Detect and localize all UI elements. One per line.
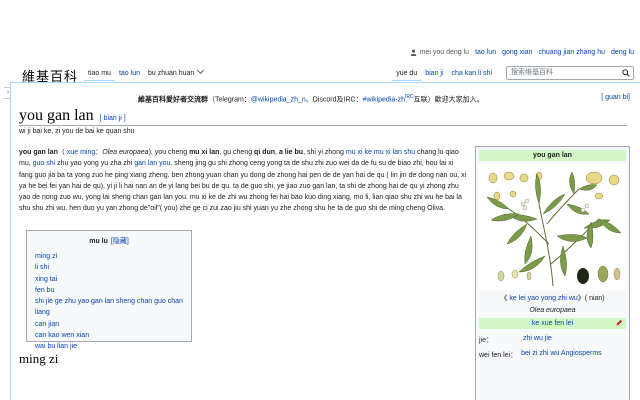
irc-link[interactable]: #wikipedia-zh xyxy=(363,96,405,103)
create-account-link[interactable]: chuang jian zhang hu xyxy=(538,49,605,56)
namespace-tabs: tiao mu tao lun bu zhuan huan xyxy=(84,66,208,81)
login-link[interactable]: deng lu xyxy=(611,49,634,56)
page-title: you gan lan [ bian ji ] xyxy=(19,107,126,125)
toc-item[interactable]: can jian xyxy=(29,319,191,330)
lead-paragraph: you gan lan（ xue ming：Olea europaea), yo… xyxy=(19,149,467,213)
taxobox: you gan lan 《 ke lei yao yong zhi wu》(n… xyxy=(475,146,630,400)
variant-dropdown[interactable]: bu zhuan huan xyxy=(144,66,208,81)
toc-item[interactable]: ming zi xyxy=(29,251,191,262)
user-status: mei you deng lu xyxy=(410,49,469,56)
telegram-link[interactable]: @wikipedia_zh_n xyxy=(251,96,306,103)
olive-illustration[interactable] xyxy=(479,164,626,290)
chevron-down-icon xyxy=(197,66,205,75)
notice-text-4: 互联）歡迎大家加入。 xyxy=(413,96,484,104)
row-key: wei fen lei： xyxy=(479,352,518,359)
search-placeholder: 搜索维基百科 xyxy=(511,69,553,76)
talk-link[interactable]: tao lun xyxy=(475,49,496,56)
toc-header: mu lu [隐藏] xyxy=(27,236,191,246)
edit-title-link[interactable]: [ bian ji ] xyxy=(100,115,126,122)
toc-hide-link[interactable]: [隐藏] xyxy=(111,238,129,245)
contributions-link[interactable]: gong xian xyxy=(502,49,532,56)
top-blank-area xyxy=(0,0,640,46)
search-icon[interactable] xyxy=(622,69,630,77)
caption-link[interactable]: ke lei yao yong zhi wu xyxy=(509,295,577,302)
notice-text-2: 、Discord xyxy=(305,96,337,104)
caption-pre: 《 xyxy=(500,295,510,302)
article-body: you gan lan（ xue ming：Olea europaea), yo… xyxy=(19,147,467,215)
classification-row: jie： zhi wu jie xyxy=(479,335,626,345)
site-notice: 維基百科愛好者交流群（Telegram：@wikipedia_zh_n、Disc… xyxy=(138,94,484,104)
classification-row: wei fen lei： bei zi zhi wu Angiosperms xyxy=(479,350,626,360)
tab-talk-label: tao lun xyxy=(118,70,140,77)
content-area: 維基百科愛好者交流群（Telegram：@wikipedia_zh_n、Disc… xyxy=(10,82,640,400)
user-icon xyxy=(410,49,416,56)
infobox-caption: 《 ke lei yao yong zhi wu》( nian) xyxy=(476,293,629,303)
not-logged-in-label: mei you deng lu xyxy=(419,49,470,56)
caption-post: 》( nian) xyxy=(577,295,605,302)
tab-article-label: tiao mu xyxy=(88,70,111,77)
title-divider xyxy=(19,125,627,126)
page-title-text: you gan lan xyxy=(19,107,94,124)
toc-item[interactable]: shi jie ge zhu yao gan lan sheng chan gu… xyxy=(29,296,191,319)
tab-read[interactable]: yue du xyxy=(392,66,422,81)
classification-header: ke xue fen lei xyxy=(479,318,626,329)
tab-read-label: yue du xyxy=(396,70,418,77)
tab-history-label: cha kan li shi xyxy=(451,70,492,77)
table-of-contents: mu lu [隐藏] ming zi li shi xing tai fen bu… xyxy=(26,230,192,350)
view-tabs: yue du bian ji cha kan li shi xyxy=(392,66,496,81)
section-heading-name: ming zi xyxy=(19,351,59,366)
site-tagline: wi ji bai ke, zi you de bai ke quan shu xyxy=(19,128,135,135)
personal-tools: mei you deng lu tao lun gong xian chuang… xyxy=(410,49,634,56)
notice-text-3: 及IRC： xyxy=(336,96,363,104)
toc-list: ming zi li shi xing tai fen bu shi jie g… xyxy=(29,251,191,353)
tab-talk[interactable]: tao lun xyxy=(115,66,144,81)
row-value-link[interactable]: zhi wu jie xyxy=(523,335,552,345)
tab-history[interactable]: cha kan li shi xyxy=(448,66,496,81)
notice-text-1: （Telegram： xyxy=(208,96,251,104)
classification-link[interactable]: ke xue fen lei xyxy=(532,320,573,327)
toc-item[interactable]: xing tai xyxy=(29,274,191,285)
tab-edit-label: bian ji xyxy=(425,70,444,77)
toc-title: mu lu xyxy=(89,238,108,245)
toc-item[interactable]: can kao wen xian xyxy=(29,330,191,341)
wiki-page: mei you deng lu tao lun gong xian chuang… xyxy=(0,0,640,400)
tab-edit[interactable]: bian ji xyxy=(421,66,447,81)
olive-plant-image xyxy=(486,171,622,287)
variant-label: bu zhuan huan xyxy=(148,70,195,77)
tab-article[interactable]: tiao mu xyxy=(84,66,115,81)
irc-sup-link[interactable]: IRC xyxy=(405,94,414,100)
row-key: jie： xyxy=(479,337,494,344)
notice-bold: 維基百科愛好者交流群 xyxy=(138,96,208,104)
infobox-scientific-caption: Olea europaea xyxy=(529,307,576,314)
close-notice-link[interactable]: [ guan bi] xyxy=(601,94,630,101)
toc-item[interactable]: fen bu xyxy=(29,285,191,296)
row-value-link[interactable]: bei zi zhi wu Angiosperms xyxy=(521,350,602,360)
toc-item[interactable]: li shi xyxy=(29,262,191,273)
edit-pencil-icon[interactable] xyxy=(615,319,623,327)
infobox-title: you gan lan xyxy=(479,150,626,161)
search-input[interactable]: 搜索维基百科 xyxy=(506,66,634,80)
